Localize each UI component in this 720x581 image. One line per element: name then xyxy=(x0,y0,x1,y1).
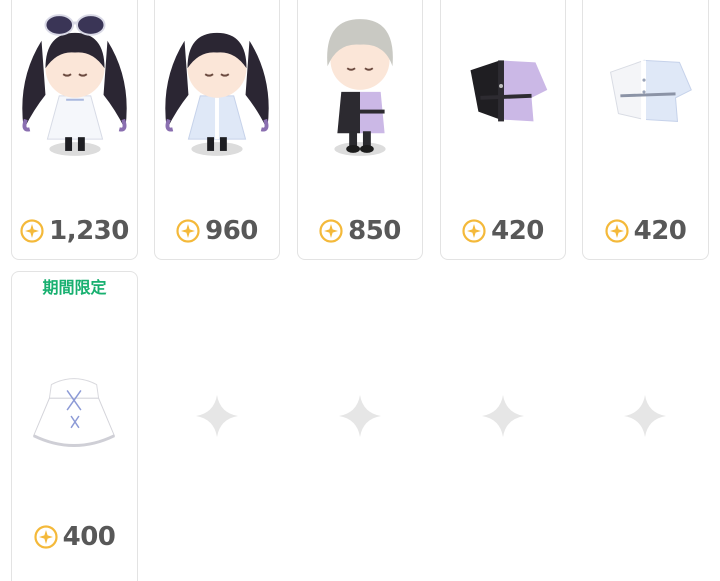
avatar-twin-tail-sunglasses-image xyxy=(12,0,137,170)
shop-item-card[interactable]: 期間限定 400 xyxy=(11,271,138,581)
white-frill-dress-image xyxy=(12,332,137,502)
black-lavender-shirt-image xyxy=(441,0,565,170)
coin-icon xyxy=(462,219,486,243)
shop-item-card[interactable]: 850 xyxy=(297,0,423,260)
coin-icon xyxy=(34,525,58,549)
limited-time-badge: 期間限定 xyxy=(42,278,107,297)
item-price: 420 xyxy=(583,218,708,244)
shop-item-card[interactable]: 1,230 xyxy=(11,0,138,260)
shop-item-card[interactable]: 960 xyxy=(154,0,280,260)
coin-icon xyxy=(605,219,629,243)
item-price: 400 xyxy=(12,524,137,550)
price-value: 400 xyxy=(62,522,116,552)
item-price: 420 xyxy=(441,218,565,244)
coin-icon xyxy=(176,219,200,243)
shop-item-grid: 1,230 960 850 420 420 期間限定 400 xyxy=(0,0,720,581)
item-price: 850 xyxy=(298,218,422,244)
shop-item-card[interactable]: 420 xyxy=(440,0,566,260)
item-price: 960 xyxy=(155,218,279,244)
coin-icon xyxy=(20,219,44,243)
price-value: 1,230 xyxy=(49,216,129,246)
avatar-twin-tail-blue-dress-image xyxy=(155,0,279,170)
white-blue-shirt-image xyxy=(583,0,708,170)
price-value: 960 xyxy=(205,216,258,246)
avatar-silver-hair-image xyxy=(298,0,422,170)
price-value: 420 xyxy=(633,216,687,246)
sparkle-icon xyxy=(624,395,666,437)
price-value: 850 xyxy=(348,216,401,246)
item-price: 1,230 xyxy=(12,218,137,244)
coin-icon xyxy=(319,219,343,243)
price-value: 420 xyxy=(491,216,544,246)
shop-item-card[interactable]: 420 xyxy=(582,0,709,260)
sparkle-icon xyxy=(339,395,381,437)
sparkle-icon xyxy=(482,395,524,437)
sparkle-icon xyxy=(196,395,238,437)
